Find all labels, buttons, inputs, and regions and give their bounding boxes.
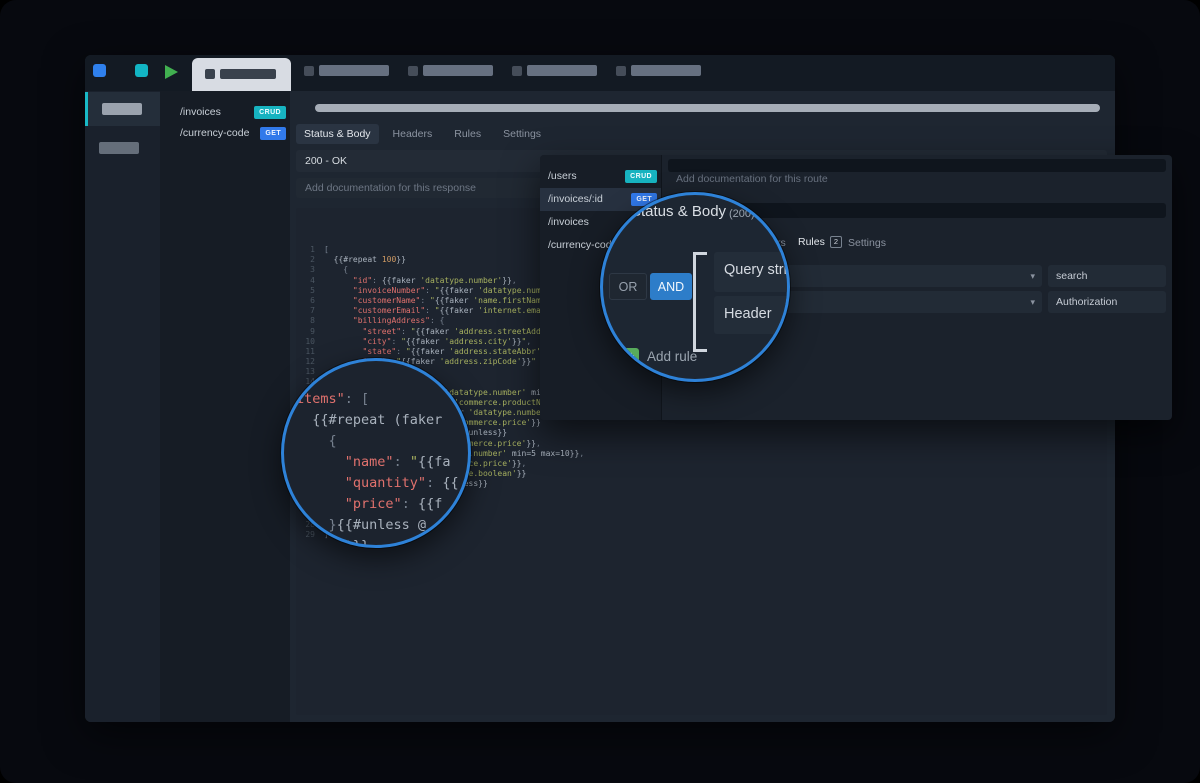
rule-target-label: Query string — [714, 252, 790, 278]
status-code-label: (200) — [729, 208, 755, 220]
response-tabs: Status & Body HeadersRules Settings — [296, 122, 549, 146]
activity-item[interactable] — [85, 138, 160, 158]
rule-value-input[interactable]: search — [1048, 265, 1166, 287]
add-rule-icon[interactable]: + — [623, 348, 639, 364]
environment-icon — [616, 66, 626, 76]
add-rule-button[interactable]: Add rule — [647, 349, 697, 364]
route-path-placeholder — [315, 104, 1100, 112]
environment-icon — [408, 66, 418, 76]
overlay-tab-rules[interactable]: Rules2 — [798, 236, 842, 248]
environment-tab-active[interactable] — [192, 58, 291, 91]
route-doc-input[interactable]: Add documentation for this route — [676, 173, 828, 185]
window-control-blue[interactable] — [93, 64, 106, 77]
activity-label-placeholder — [102, 103, 142, 115]
activity-label-placeholder — [99, 142, 139, 154]
or-button[interactable]: OR — [609, 273, 647, 300]
screenshot-canvas: /invoicesCRUD/currency-codeGET Status & … — [0, 0, 1200, 783]
rule-target-label: Header — [714, 296, 790, 322]
magnified-code: items": [ {{#repeat (faker { "name": "{{… — [296, 389, 459, 548]
chevron-down-icon: ▾ — [1030, 291, 1035, 313]
environment-tab[interactable] — [304, 64, 389, 79]
environment-tab[interactable] — [512, 64, 597, 79]
rule-target-query-string[interactable]: Query string — [714, 252, 790, 292]
overlay-tab-settings[interactable]: Settings — [848, 237, 886, 249]
environment-icon — [512, 66, 522, 76]
environment-name-placeholder — [319, 65, 389, 76]
and-button[interactable]: AND — [650, 273, 692, 300]
tab-status-body[interactable]: Status & Body — [296, 124, 379, 144]
route-item[interactable]: /currency-codeGET — [160, 123, 290, 144]
route-path-bar — [668, 159, 1166, 172]
environment-name-placeholder — [220, 69, 276, 79]
route-item[interactable]: /invoicesCRUD — [160, 102, 290, 123]
environment-tab[interactable] — [408, 64, 493, 79]
environment-name-placeholder — [423, 65, 493, 76]
environment-icon — [304, 66, 314, 76]
tab-status-body[interactable]: Status & Body — [631, 203, 726, 220]
environment-tab[interactable] — [616, 64, 701, 79]
environment-tabs — [304, 64, 701, 79]
rule-target-header[interactable]: Header — [714, 296, 790, 334]
start-server-icon[interactable] — [165, 65, 178, 79]
rule-value-input[interactable]: Authorization — [1048, 291, 1166, 313]
tab-rules[interactable]: Rules — [446, 124, 489, 144]
rules-count-badge: 2 — [830, 236, 842, 248]
routes-list: /invoicesCRUD/currency-codeGET — [160, 91, 290, 722]
activity-item-active[interactable] — [85, 92, 160, 126]
rules-magnifier: Status & Body (200) OR AND Query string … — [600, 192, 790, 382]
tab-settings[interactable]: Settings — [495, 124, 549, 144]
titlebar — [85, 55, 1115, 91]
activity-bar — [85, 91, 160, 722]
environment-name-placeholder — [527, 65, 597, 76]
method-badge: CRUD — [254, 106, 286, 119]
rules-bracket — [693, 252, 707, 352]
code-magnifier: items": [ {{#repeat (faker { "name": "{{… — [281, 358, 471, 548]
window-control-teal[interactable] — [135, 64, 148, 77]
method-badge: CRUD — [625, 170, 657, 183]
chevron-down-icon: ▾ — [1030, 265, 1035, 287]
environment-icon — [205, 69, 215, 79]
environment-name-placeholder — [631, 65, 701, 76]
method-badge: GET — [260, 127, 286, 140]
route-item[interactable]: /usersCRUD — [540, 165, 661, 188]
tab-headers[interactable]: Headers — [385, 124, 441, 144]
